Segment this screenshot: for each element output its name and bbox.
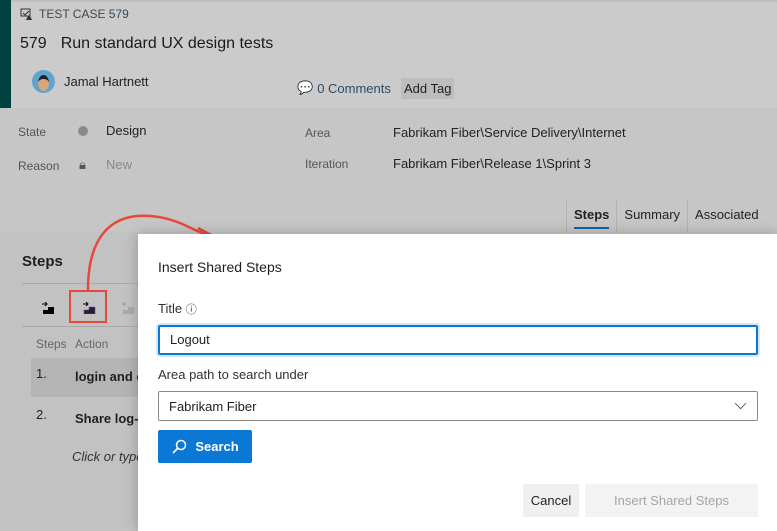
area-value[interactable]: Fabrikam Fiber\Service Delivery\Internet — [393, 125, 626, 140]
comments-link[interactable]: 💬 0 Comments — [297, 80, 391, 96]
insert-shared-steps-button[interactable]: Insert Shared Steps — [585, 484, 758, 517]
title-label: Title ⓘ — [158, 301, 197, 316]
tab-bar: Steps Summary Associated — [566, 199, 766, 232]
work-item-type-label: TEST CASE 579 — [39, 7, 129, 21]
create-shared-steps-icon[interactable] — [121, 302, 135, 314]
steps-heading: Steps — [22, 253, 63, 270]
area-label: Area — [305, 126, 331, 140]
reason-value: New — [106, 157, 133, 172]
divider — [22, 326, 140, 327]
callout-highlight-box — [69, 290, 107, 323]
comments-count: 0 Comments — [317, 80, 391, 96]
step-action[interactable]: login and c — [75, 369, 144, 384]
state-value[interactable]: Design — [106, 123, 146, 138]
assigned-to[interactable]: Jamal Hartnett — [64, 74, 149, 89]
work-item-type: TEST CASE 579 — [20, 7, 129, 21]
comment-icon: 💬 — [297, 80, 314, 95]
chevron-down-icon — [734, 397, 747, 410]
step-number: 1. — [36, 366, 47, 381]
tab-associated[interactable]: Associated — [687, 199, 766, 232]
search-button[interactable]: Search — [158, 430, 252, 463]
step-number: 2. — [36, 407, 47, 422]
step-action[interactable]: Share log- — [75, 411, 139, 426]
info-icon[interactable]: ⓘ — [186, 304, 197, 316]
col-steps-header: Steps — [36, 337, 67, 351]
state-dot-icon — [78, 126, 88, 136]
area-path-label: Area path to search under — [158, 367, 309, 382]
add-step-placeholder[interactable]: Click or type — [72, 449, 144, 464]
reason-label: Reason — [18, 159, 60, 173]
work-item-id: 579 — [20, 35, 47, 52]
work-item-title[interactable]: 579 Run standard UX design tests — [20, 35, 273, 53]
work-item-title-text[interactable]: Run standard UX design tests — [61, 35, 274, 52]
insert-step-icon[interactable] — [41, 302, 55, 314]
avatar — [32, 70, 55, 93]
tab-steps[interactable]: Steps — [566, 199, 616, 232]
iteration-value[interactable]: Fabrikam Fiber\Release 1\Sprint 3 — [393, 156, 591, 171]
add-tag-button[interactable]: Add Tag — [401, 78, 455, 99]
iteration-label: Iteration — [305, 157, 349, 171]
test-case-icon — [20, 8, 32, 20]
work-item-color-bar — [0, 0, 11, 108]
title-input[interactable]: Logout — [158, 325, 758, 355]
cancel-button[interactable]: Cancel — [523, 484, 579, 517]
insert-shared-steps-dialog: Insert Shared Steps Title ⓘ Logout Area … — [138, 234, 777, 531]
dialog-title: Insert Shared Steps — [158, 259, 282, 275]
state-label: State — [18, 125, 47, 139]
area-path-dropdown[interactable]: Fabrikam Fiber — [158, 391, 758, 421]
lock-icon: 🔒︎ — [79, 157, 86, 172]
tab-summary[interactable]: Summary — [616, 199, 687, 232]
area-path-value: Fabrikam Fiber — [169, 399, 257, 414]
search-icon — [172, 439, 187, 454]
col-action-header: Action — [75, 337, 109, 351]
